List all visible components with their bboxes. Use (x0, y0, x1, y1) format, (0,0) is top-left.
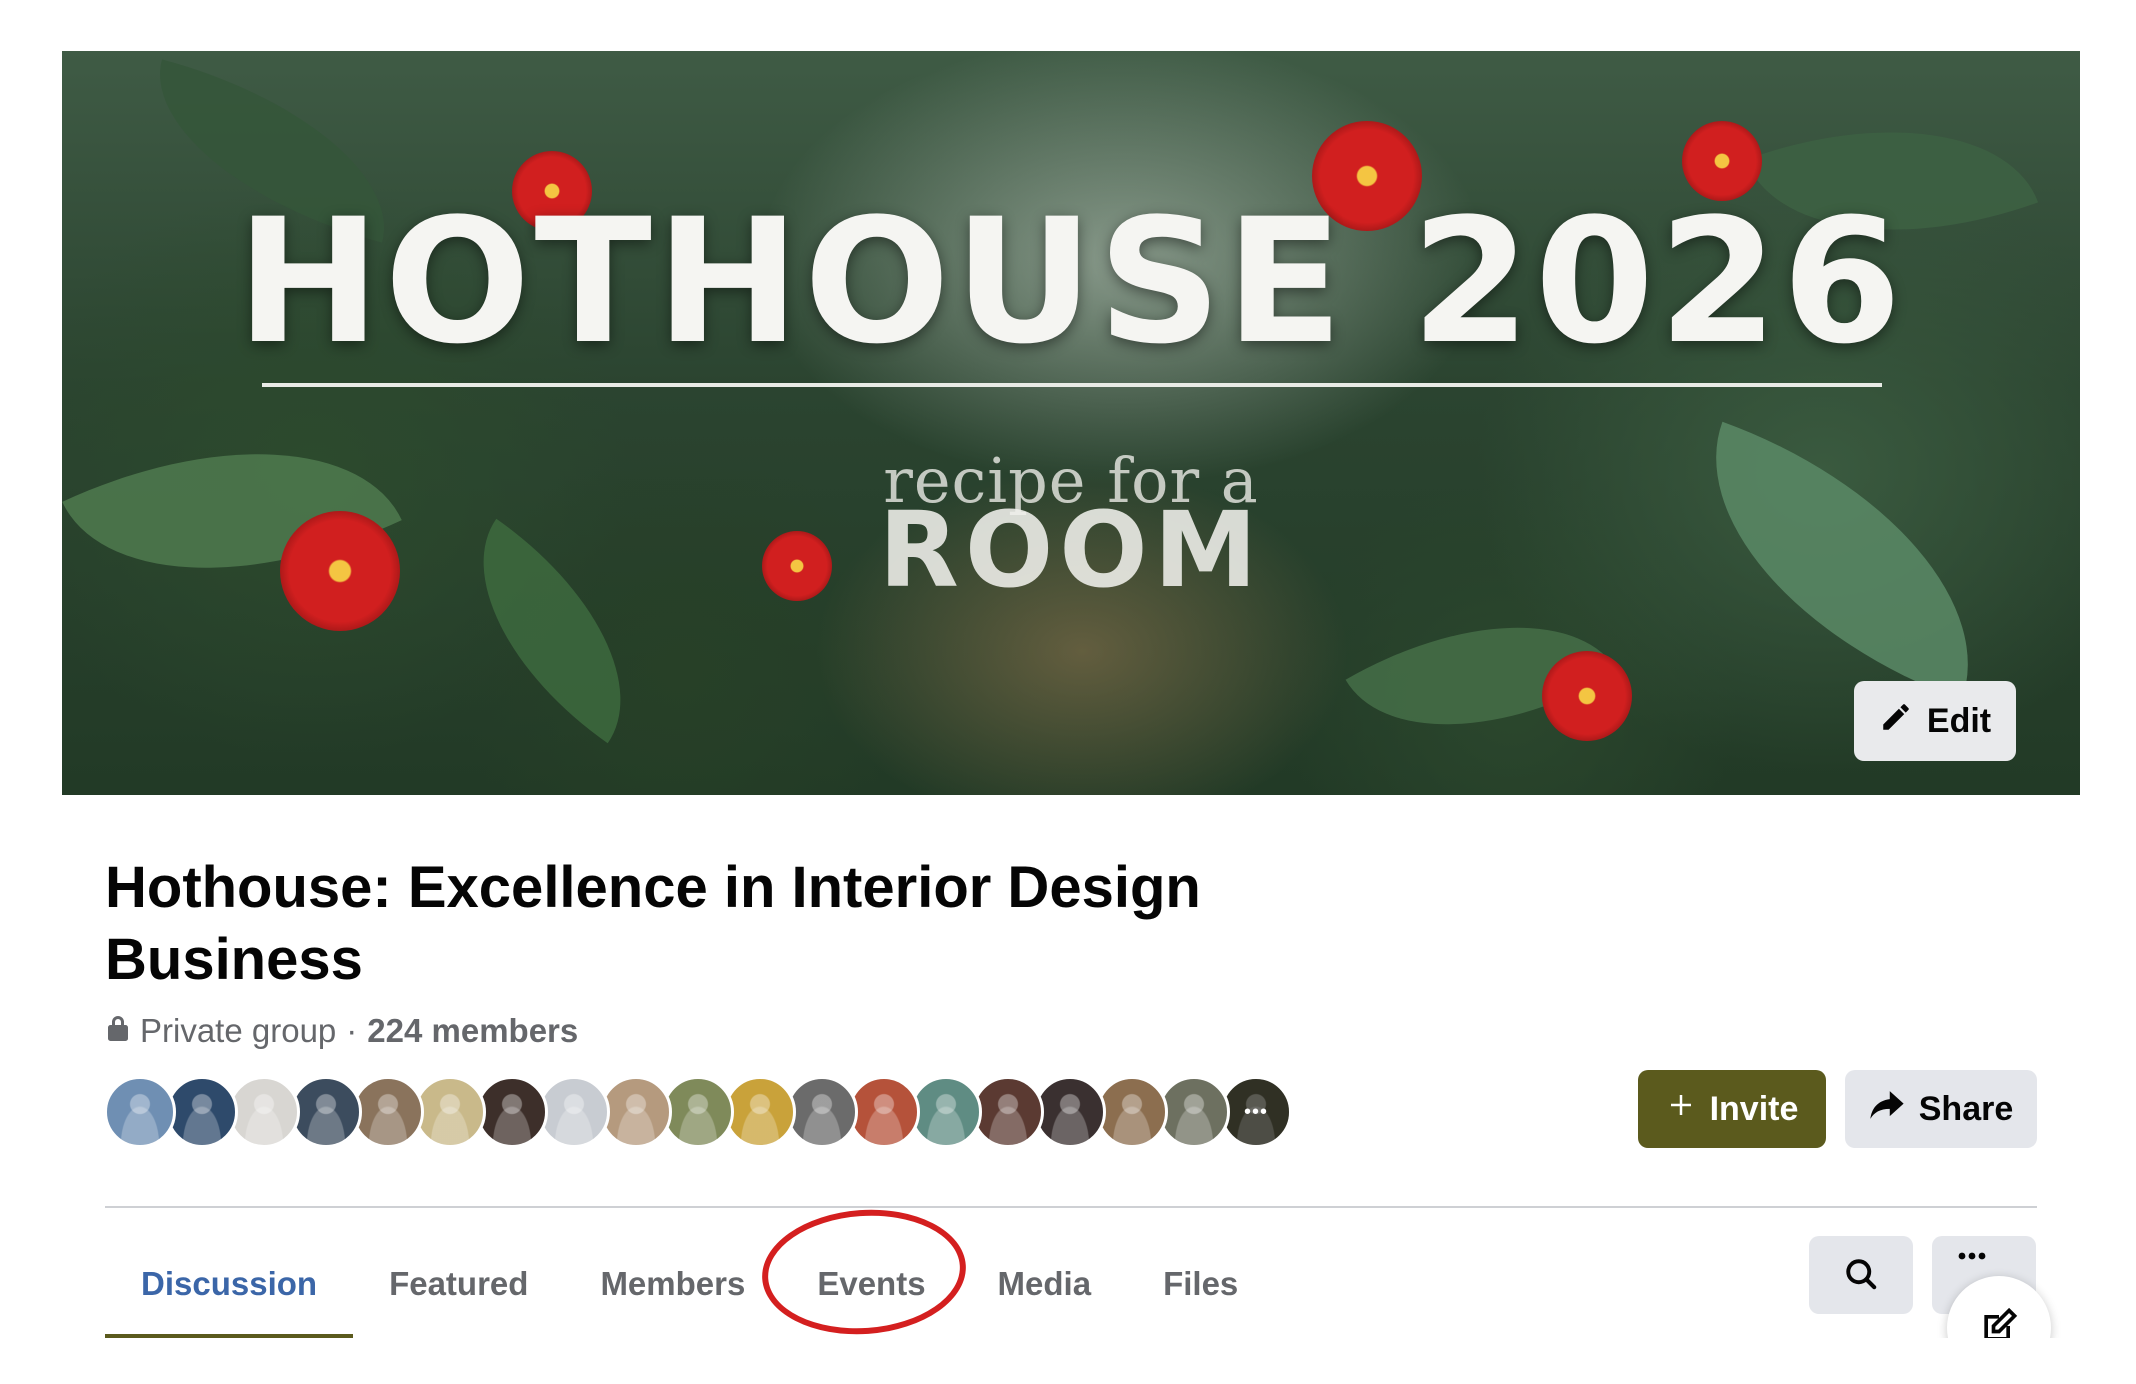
edit-label: Edit (1926, 701, 1992, 740)
member-avatars[interactable] (104, 1076, 1292, 1148)
cover-photo: HOTHOUSE 2026 recipe for a ROOM Edit (62, 51, 2080, 795)
edit-cover-button[interactable]: Edit (1854, 681, 2016, 761)
member-avatar[interactable] (972, 1076, 1044, 1148)
cover-flower (1542, 651, 1632, 741)
tab-files[interactable]: Files (1127, 1230, 1274, 1338)
member-avatar[interactable] (848, 1076, 920, 1148)
share-label: Share (1918, 1089, 2014, 1128)
tab-featured[interactable]: Featured (353, 1230, 564, 1338)
member-avatar[interactable] (476, 1076, 548, 1148)
lock-icon (106, 1012, 130, 1050)
member-avatar[interactable] (104, 1076, 176, 1148)
more-icon (1954, 1248, 1990, 1267)
member-avatar[interactable] (600, 1076, 672, 1148)
tab-events[interactable]: Events (781, 1230, 961, 1338)
member-avatar[interactable] (290, 1076, 362, 1148)
group-tabs: Discussion Featured Members Events Media… (105, 1230, 1274, 1338)
viewport-cutoff (0, 1338, 2136, 1384)
cover-subtitle-bold: ROOM (878, 489, 1264, 611)
share-arrow-icon (1869, 1089, 1905, 1130)
member-avatar[interactable] (786, 1076, 858, 1148)
search-button[interactable] (1809, 1236, 1913, 1314)
tab-discussion[interactable]: Discussion (105, 1230, 354, 1338)
group-meta: Private group · 224 members (106, 1012, 578, 1050)
invite-label: Invite (1709, 1089, 1799, 1128)
member-avatar[interactable] (724, 1076, 796, 1148)
search-icon (1843, 1256, 1879, 1295)
tab-members[interactable]: Members (564, 1230, 781, 1338)
privacy-label: Private group (140, 1012, 337, 1049)
tab-media[interactable]: Media (962, 1230, 1128, 1338)
member-avatar[interactable] (1096, 1076, 1168, 1148)
member-count[interactable]: 224 members (367, 1012, 578, 1050)
group-name[interactable]: Hothouse: Excellence in Interior Design … (105, 852, 1365, 996)
member-avatar[interactable] (228, 1076, 300, 1148)
pencil-icon (1879, 700, 1913, 743)
invite-button[interactable]: Invite (1638, 1070, 1826, 1148)
member-avatar[interactable] (166, 1076, 238, 1148)
member-avatar[interactable] (414, 1076, 486, 1148)
member-avatar[interactable] (538, 1076, 610, 1148)
plus-icon (1666, 1090, 1696, 1129)
member-avatar[interactable] (1220, 1076, 1292, 1148)
cover-divider (262, 383, 1882, 387)
member-avatar[interactable] (1034, 1076, 1106, 1148)
meta-separator: · (346, 1012, 358, 1049)
member-avatar[interactable] (352, 1076, 424, 1148)
cover-title: HOTHOUSE 2026 (236, 181, 1906, 382)
member-avatar[interactable] (1158, 1076, 1230, 1148)
member-avatar[interactable] (910, 1076, 982, 1148)
member-avatar[interactable] (662, 1076, 734, 1148)
share-button[interactable]: Share (1845, 1070, 2037, 1148)
header-divider (105, 1206, 2037, 1208)
